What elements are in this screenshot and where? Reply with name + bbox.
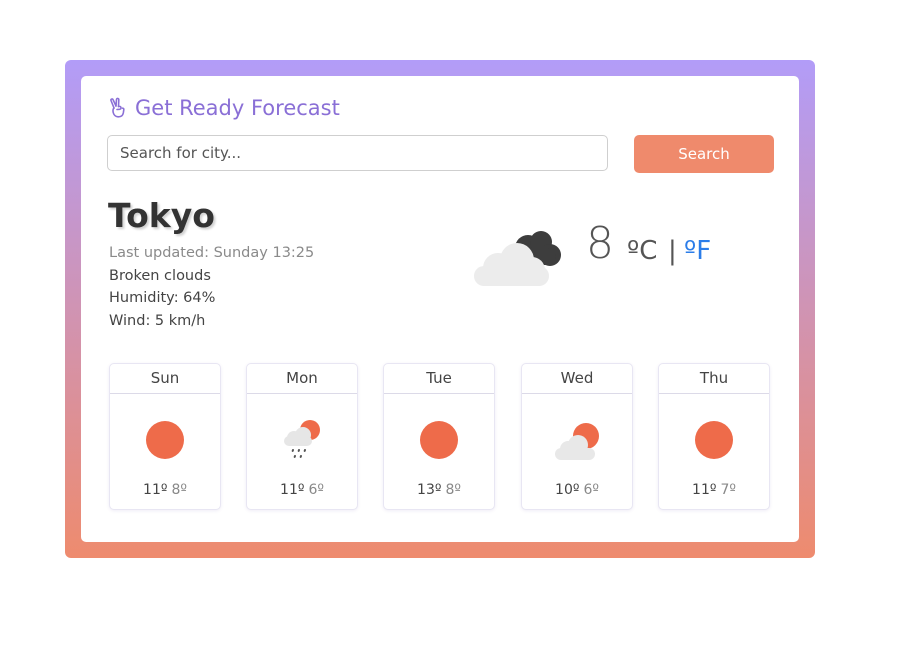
- celsius-unit-link[interactable]: ºC: [627, 236, 657, 266]
- forecast-min: 7º: [720, 482, 736, 498]
- forecast-day: Tue: [384, 364, 494, 394]
- last-updated: Last updated: Sunday 13:25: [109, 245, 315, 261]
- current-temperature: 8: [586, 218, 614, 269]
- forecast-min: 8º: [445, 482, 461, 498]
- app-header: Get Ready Forecast: [107, 94, 340, 122]
- forecast-max: 13º: [417, 482, 442, 498]
- forecast-card: Thu 11º 7º: [658, 363, 770, 510]
- forecast-card: Mon 11º 6º: [246, 363, 358, 510]
- weather-description: Broken clouds: [109, 268, 211, 284]
- broken-clouds-icon: [470, 226, 566, 290]
- forecast-max: 10º: [555, 482, 580, 498]
- wind: Wind: 5 km/h: [109, 313, 206, 329]
- forecast-day: Wed: [522, 364, 632, 394]
- forecast-min: 6º: [583, 482, 599, 498]
- forecast-max: 11º: [280, 482, 305, 498]
- sun-icon: [415, 416, 463, 464]
- city-search-input[interactable]: [107, 135, 608, 171]
- search-button[interactable]: Search: [634, 135, 774, 173]
- cloud-sun-icon: [553, 416, 601, 464]
- victory-hand-icon: [107, 97, 129, 119]
- forecast-max: 11º: [692, 482, 717, 498]
- fahrenheit-unit-link[interactable]: ºF: [684, 236, 711, 266]
- forecast-temps: 11º 8º: [110, 482, 220, 498]
- app-title: Get Ready Forecast: [135, 96, 340, 120]
- forecast-card: Wed 10º 6º: [521, 363, 633, 510]
- forecast-card: Sun 11º 8º: [109, 363, 221, 510]
- forecast-day: Thu: [659, 364, 769, 394]
- forecast-card: Tue 13º 8º: [383, 363, 495, 510]
- forecast-day: Sun: [110, 364, 220, 394]
- humidity: Humidity: 64%: [109, 290, 216, 306]
- forecast-temps: 13º 8º: [384, 482, 494, 498]
- forecast-min: 8º: [171, 482, 187, 498]
- forecast-max: 11º: [143, 482, 168, 498]
- rain-sun-icon: [278, 416, 326, 464]
- city-name: Tokyo: [108, 196, 215, 235]
- forecast-temps: 10º 6º: [522, 482, 632, 498]
- unit-separator: |: [668, 236, 677, 266]
- forecast-day: Mon: [247, 364, 357, 394]
- sun-icon: [141, 416, 189, 464]
- forecast-temps: 11º 6º: [247, 482, 357, 498]
- sun-icon: [690, 416, 738, 464]
- forecast-temps: 11º 7º: [659, 482, 769, 498]
- forecast-min: 6º: [308, 482, 324, 498]
